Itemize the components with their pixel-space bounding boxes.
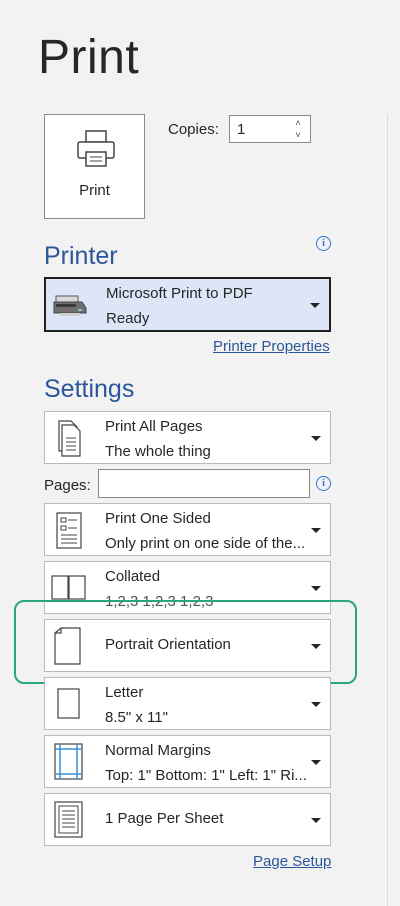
increment-up-icon[interactable]: ˄ xyxy=(293,117,303,129)
sides-title: Print One Sided xyxy=(105,510,211,527)
margins-icon xyxy=(54,743,84,786)
copies-label: Copies: xyxy=(168,121,219,138)
margins-title: Normal Margins xyxy=(105,742,211,759)
decrement-down-icon[interactable]: ˅ xyxy=(293,129,303,141)
paper-size-select[interactable]: Letter 8.5" x 11" xyxy=(44,677,331,730)
sides-select[interactable]: Print One Sided Only print on one side o… xyxy=(44,503,331,556)
printer-name: Microsoft Print to PDF xyxy=(106,285,253,302)
paper-size-title: Letter xyxy=(105,684,144,701)
copies-stepper[interactable]: 1 ˄ ˅ xyxy=(229,115,311,143)
chevron-down-icon xyxy=(310,303,320,308)
pages-label: Pages: xyxy=(44,477,91,494)
sides-subtitle: Only print on one side of the... xyxy=(105,535,306,552)
paper-size-subtitle: 8.5" x 11" xyxy=(105,709,168,726)
pages-per-sheet-select[interactable]: 1 Page Per Sheet xyxy=(44,793,331,846)
chevron-down-icon xyxy=(311,818,321,823)
chevron-down-icon xyxy=(311,436,321,441)
printer-properties-link[interactable]: Printer Properties xyxy=(213,338,330,355)
pages-per-sheet-icon xyxy=(54,801,84,844)
pages-icon xyxy=(54,420,84,463)
copies-value[interactable]: 1 xyxy=(237,121,245,138)
panel-divider xyxy=(387,114,388,906)
printer-icon xyxy=(76,129,116,174)
printer-heading: Printer xyxy=(44,242,118,270)
chevron-down-icon xyxy=(311,760,321,765)
collation-title: Collated xyxy=(105,568,161,585)
pages-info-icon[interactable]: i xyxy=(316,476,331,491)
one-sided-icon xyxy=(55,512,83,555)
margins-subtitle: Top: 1" Bottom: 1" Left: 1" Ri... xyxy=(105,767,307,784)
print-range-title: Print All Pages xyxy=(105,418,203,435)
orientation-highlight xyxy=(14,600,357,684)
print-range-subtitle: The whole thing xyxy=(105,443,211,460)
chevron-down-icon xyxy=(311,528,321,533)
printer-select[interactable]: Microsoft Print to PDF Ready xyxy=(44,277,331,332)
paper-size-icon xyxy=(57,688,81,725)
page-title: Print xyxy=(38,31,140,84)
chevron-down-icon xyxy=(311,702,321,707)
margins-select[interactable]: Normal Margins Top: 1" Bottom: 1" Left: … xyxy=(44,735,331,788)
print-range-select[interactable]: Print All Pages The whole thing xyxy=(44,411,331,464)
chevron-down-icon xyxy=(311,586,321,591)
page-setup-link[interactable]: Page Setup xyxy=(253,853,331,870)
print-button[interactable]: Print xyxy=(44,114,145,219)
pdf-printer-icon xyxy=(52,293,90,322)
printer-status: Ready xyxy=(106,310,150,327)
pages-per-sheet-title: 1 Page Per Sheet xyxy=(105,810,224,827)
print-button-label: Print xyxy=(79,182,110,199)
printer-info-icon[interactable]: i xyxy=(316,236,331,251)
pages-input[interactable] xyxy=(98,469,310,498)
settings-heading: Settings xyxy=(44,375,135,403)
